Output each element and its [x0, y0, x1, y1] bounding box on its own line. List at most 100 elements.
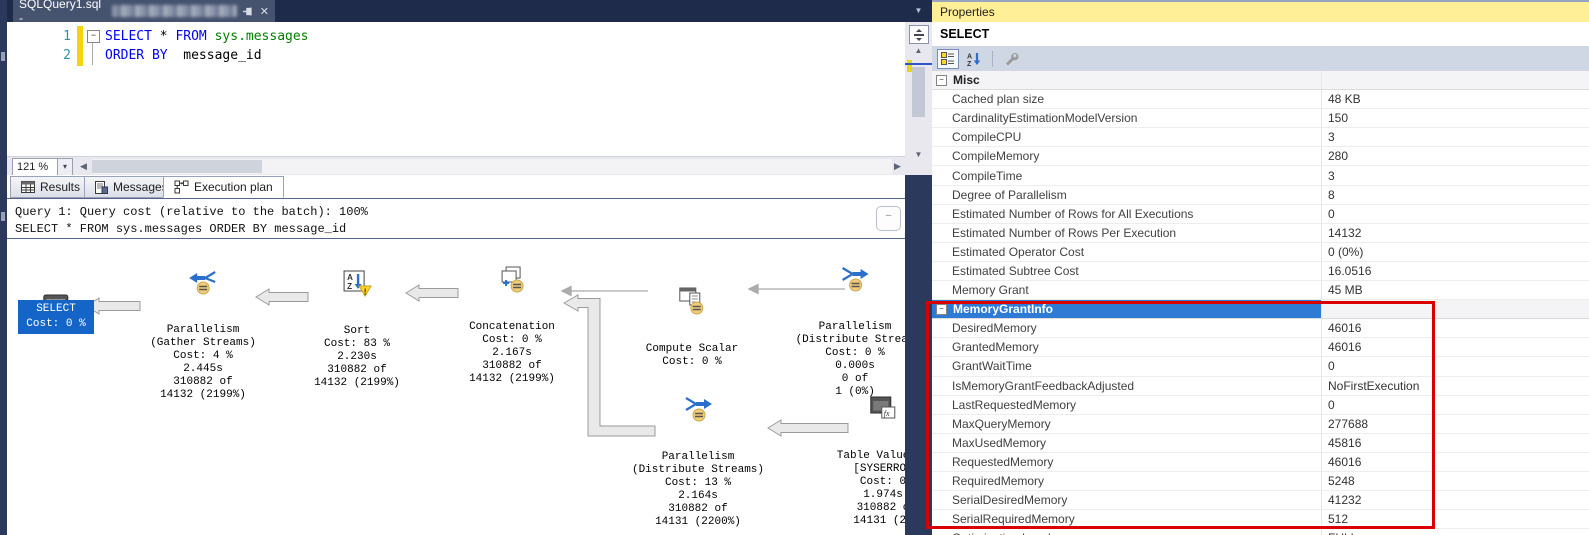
property-value[interactable]: 45 MB: [1322, 281, 1589, 299]
property-name[interactable]: Degree of Parallelism: [932, 186, 1322, 204]
property-row[interactable]: Estimated Number of Rows Per Execution14…: [932, 224, 1589, 243]
vscroll-thumb[interactable]: [912, 67, 925, 117]
property-name[interactable]: CompileTime: [932, 166, 1322, 184]
property-row[interactable]: GrantWaitTime0: [932, 357, 1589, 376]
property-row[interactable]: Estimated Operator Cost0 (0%): [932, 243, 1589, 262]
property-row[interactable]: CompileCPU3: [932, 128, 1589, 147]
property-row[interactable]: SerialDesiredMemory41232: [932, 491, 1589, 510]
property-value[interactable]: 512: [1322, 510, 1589, 528]
property-value[interactable]: 0: [1322, 357, 1589, 375]
property-name[interactable]: RequiredMemory: [932, 472, 1322, 490]
property-row[interactable]: Estimated Subtree Cost16.0516: [932, 262, 1589, 281]
property-name[interactable]: Estimated Subtree Cost: [932, 262, 1322, 280]
property-name[interactable]: Cached plan size: [932, 90, 1322, 108]
property-row[interactable]: Optimization LevelFULL: [932, 529, 1589, 535]
property-name[interactable]: IsMemoryGrantFeedbackAdjusted: [932, 377, 1322, 395]
vertical-scrollbar[interactable]: ▲ ▼: [905, 22, 932, 175]
property-row[interactable]: Degree of Parallelism8: [932, 186, 1589, 205]
property-value[interactable]: 277688: [1322, 415, 1589, 433]
property-row[interactable]: Cached plan size48 KB: [932, 90, 1589, 109]
property-value[interactable]: 150: [1322, 109, 1589, 127]
property-value[interactable]: 41232: [1322, 491, 1589, 509]
property-row[interactable]: IsMemoryGrantFeedbackAdjustedNoFirstExec…: [932, 377, 1589, 396]
plan-node-concatenation[interactable]: ConcatenationCost: 0 %2.167s310882 of141…: [469, 240, 555, 412]
property-value[interactable]: [1322, 71, 1589, 89]
categorized-button[interactable]: [937, 49, 959, 69]
property-row[interactable]: MaxQueryMemory277688: [932, 415, 1589, 434]
plan-node-distribute-streams-bottom[interactable]: Parallelism(Distribute Streams)Cost: 13 …: [632, 370, 764, 535]
plan-node-table-valued-function[interactable]: fx Table Valued F[SYSERRORCost: 01.974s3…: [837, 370, 905, 535]
document-tab-sqlquery1[interactable]: SQLQuery1.sql - ✕: [13, 0, 275, 22]
property-row[interactable]: CompileMemory280: [932, 147, 1589, 166]
property-name[interactable]: GrantWaitTime: [932, 357, 1322, 375]
pin-icon[interactable]: [242, 6, 253, 17]
property-row[interactable]: Estimated Number of Rows for All Executi…: [932, 205, 1589, 224]
property-name[interactable]: LastRequestedMemory: [932, 396, 1322, 414]
vscroll-down-arrow[interactable]: ▼: [905, 150, 932, 159]
plan-node-select[interactable]: SELECT Cost: 0 %: [18, 300, 94, 334]
property-row[interactable]: RequiredMemory5248: [932, 472, 1589, 491]
property-row[interactable]: DesiredMemory46016: [932, 319, 1589, 338]
close-icon[interactable]: ✕: [260, 5, 269, 18]
property-row[interactable]: RequestedMemory46016: [932, 453, 1589, 472]
property-value[interactable]: 0 (0%): [1322, 243, 1589, 261]
property-value[interactable]: NoFirstExecution: [1322, 377, 1589, 395]
property-name[interactable]: Memory Grant: [932, 281, 1322, 299]
property-value[interactable]: 8: [1322, 186, 1589, 204]
property-value[interactable]: 16.0516: [1322, 262, 1589, 280]
property-value[interactable]: 3: [1322, 128, 1589, 146]
property-section-header[interactable]: −Misc: [932, 71, 1589, 90]
hscroll-left-arrow[interactable]: ◀: [77, 159, 90, 174]
vscroll-up-arrow[interactable]: ▲: [905, 46, 932, 55]
property-value[interactable]: 5248: [1322, 472, 1589, 490]
property-value[interactable]: 0: [1322, 205, 1589, 223]
property-row[interactable]: MaxUsedMemory45816: [932, 434, 1589, 453]
plan-node-sort[interactable]: A Z SortCost: 83 %2.230s310882 of14132 (…: [314, 244, 400, 416]
property-row[interactable]: GrantedMemory46016: [932, 338, 1589, 357]
hscroll-right-arrow[interactable]: ▶: [891, 159, 904, 174]
property-name[interactable]: MaxUsedMemory: [932, 434, 1322, 452]
properties-title[interactable]: Properties: [932, 0, 1589, 22]
property-name[interactable]: GrantedMemory: [932, 338, 1322, 356]
property-name[interactable]: Estimated Operator Cost: [932, 243, 1322, 261]
property-row[interactable]: CardinalityEstimationModelVersion150: [932, 109, 1589, 128]
property-value[interactable]: 46016: [1322, 453, 1589, 471]
property-value[interactable]: 3: [1322, 166, 1589, 184]
property-name[interactable]: DesiredMemory: [932, 319, 1322, 337]
property-value[interactable]: 45816: [1322, 434, 1589, 452]
property-name[interactable]: SerialRequiredMemory: [932, 510, 1322, 528]
collapse-icon[interactable]: −: [936, 75, 947, 86]
property-name[interactable]: Estimated Number of Rows for All Executi…: [932, 205, 1322, 223]
property-value[interactable]: 280: [1322, 147, 1589, 165]
collapse-icon[interactable]: −: [936, 304, 947, 315]
property-name[interactable]: RequestedMemory: [932, 453, 1322, 471]
property-name[interactable]: CompileMemory: [932, 147, 1322, 165]
tab-execution-plan[interactable]: Execution plan: [163, 176, 284, 198]
alphabetical-sort-button[interactable]: A Z: [963, 49, 985, 69]
property-value[interactable]: 46016: [1322, 338, 1589, 356]
property-section-header[interactable]: −MemoryGrantInfo: [932, 300, 1589, 319]
hscroll-thumb[interactable]: [92, 160, 262, 173]
property-value[interactable]: 48 KB: [1322, 90, 1589, 108]
property-row[interactable]: LastRequestedMemory0: [932, 396, 1589, 415]
tab-results[interactable]: Results: [10, 176, 91, 198]
window-dropdown-icon[interactable]: ▼: [905, 0, 932, 22]
property-name[interactable]: −MemoryGrantInfo: [932, 300, 1322, 318]
property-value[interactable]: [1322, 300, 1589, 318]
property-name[interactable]: MaxQueryMemory: [932, 415, 1322, 433]
property-name[interactable]: Optimization Level: [932, 529, 1322, 535]
split-window-handle[interactable]: [909, 25, 929, 44]
zoom-dropdown-icon[interactable]: ▾: [57, 158, 73, 176]
property-value[interactable]: FULL: [1322, 529, 1589, 535]
plan-navigator-button[interactable]: ‒: [876, 206, 901, 231]
property-name[interactable]: Estimated Number of Rows Per Execution: [932, 224, 1322, 242]
property-row[interactable]: SerialRequiredMemory512: [932, 510, 1589, 529]
code-editor[interactable]: 1 2 − SELECT * FROM sys.messages ORDER B…: [7, 22, 905, 156]
property-value[interactable]: 0: [1322, 396, 1589, 414]
property-value[interactable]: 46016: [1322, 319, 1589, 337]
code-collapse-icon[interactable]: −: [87, 30, 100, 43]
property-name[interactable]: CardinalityEstimationModelVersion: [932, 109, 1322, 127]
property-value[interactable]: 14132: [1322, 224, 1589, 242]
code-line-2[interactable]: ORDER BY message_id: [105, 46, 262, 65]
property-pages-button[interactable]: [1000, 49, 1022, 69]
